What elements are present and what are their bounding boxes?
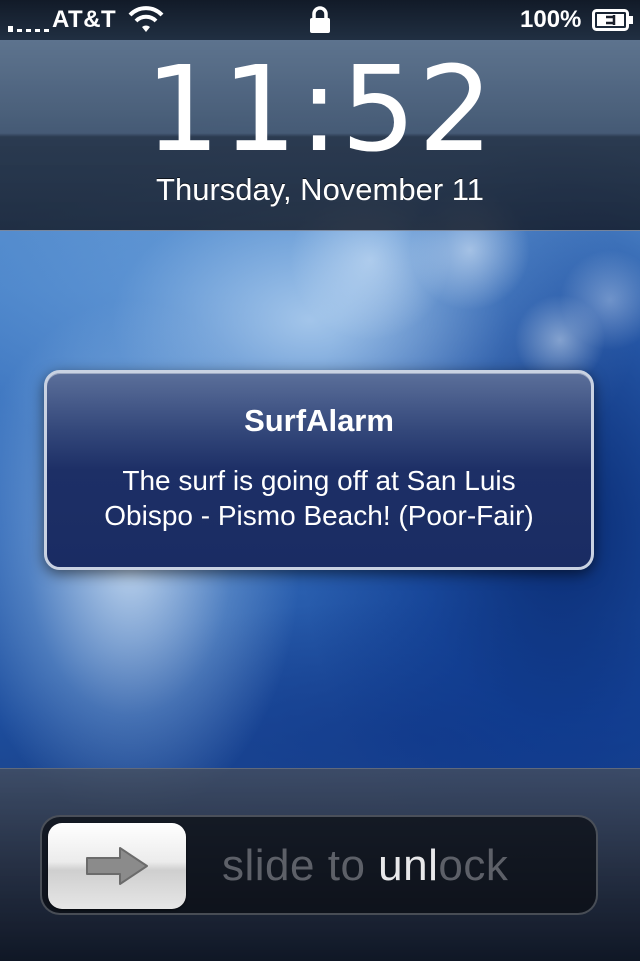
slide-to-unlock-label: slide to unlock [222, 841, 508, 891]
clock-panel: 11:52 Thursday, November 11 [0, 40, 640, 231]
lock-icon [310, 6, 330, 33]
unlock-label-start: slide to [222, 841, 379, 890]
notification-line-2: Obispo - Pismo Beach! (Poor-Fair) [104, 500, 534, 531]
signal-dots-icon [8, 24, 54, 32]
notification-app-name: SurfAlarm [244, 403, 394, 438]
slide-to-unlock-track: slide to unlock [40, 815, 598, 915]
battery-percent: 100% [520, 6, 582, 33]
status-bar: AT&T 100% [0, 0, 640, 40]
notification-line-1: The surf is going off at San Luis [122, 465, 516, 496]
notification-message: The surf is going off at San Luis Obispo… [67, 463, 571, 533]
wifi-icon [128, 6, 164, 32]
right-arrow-icon [86, 847, 148, 885]
slide-to-unlock-knob[interactable] [48, 823, 186, 909]
battery-charging-icon [592, 9, 633, 31]
unlock-label-end: ock [438, 841, 509, 890]
unlock-bar: slide to unlock [0, 768, 640, 961]
unlock-label-shimmer: unl [378, 841, 439, 890]
push-notification[interactable]: SurfAlarm The surf is going off at San L… [44, 370, 594, 570]
lock-screen-time: 11:52 [144, 40, 496, 178]
lock-screen-date: Thursday, November 11 [156, 172, 484, 207]
carrier-name: AT&T [52, 6, 117, 33]
